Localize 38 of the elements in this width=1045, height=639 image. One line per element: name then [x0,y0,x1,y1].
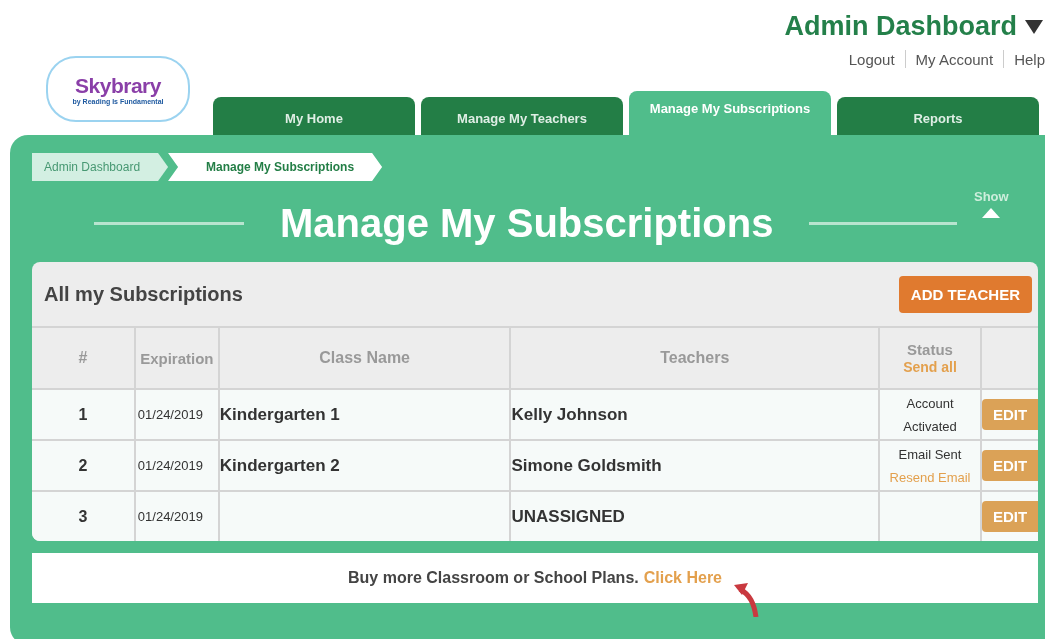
edit-button[interactable]: EDIT [982,399,1038,430]
breadcrumb-item[interactable]: Manage My Subscriptions [168,153,383,181]
dashboard-title: Admin Dashboard [784,11,1017,42]
table-cell: UNASSIGNED [510,491,880,541]
table-cell: 01/24/2019 [134,491,219,541]
edit-button[interactable]: EDIT [982,501,1038,532]
send-all-link[interactable]: Send all [903,359,957,375]
status-heading: Status [906,341,954,358]
caret-icon [982,208,1001,218]
page-title: Manage My Subscriptions [280,201,774,246]
table-cell: 1 [32,389,135,440]
table-cell: Simone Goldsmith [510,440,880,491]
table-cell: 3 [32,491,135,541]
nav-tab[interactable]: My Home [213,97,415,135]
table-cell: 01/24/2019 [134,440,219,491]
table-cell: Kindergarten 2 [218,440,511,491]
caret-icon[interactable] [1025,19,1043,34]
card-title: All my Subscriptions [44,282,243,306]
resend-email-link[interactable]: Resend Email [889,465,971,489]
nav-tab[interactable]: Reports [837,97,1039,135]
header-link[interactable]: Logout [838,50,905,68]
status-text: Account Activated [902,394,958,436]
table-cell: Kelly Johnson [510,389,880,440]
nav-tab[interactable]: Manage My Teachers [421,97,623,135]
nav-tab[interactable]: Manage My Subscriptions [629,91,831,135]
edit-button[interactable]: EDIT [982,450,1038,481]
table-cell: 2 [32,440,135,491]
table-cell: 01/24/2019 [134,389,219,440]
header-link[interactable]: Help [1004,50,1045,68]
click-here-link[interactable]: Click Here [643,569,722,587]
logo-text: Skybrary [75,73,161,98]
header-link[interactable]: My Account [905,50,1004,68]
footer-text: Buy more Classroom or School Plans. [348,569,639,587]
add-teacher-button[interactable]: ADD TEACHER [898,275,1032,313]
status-text: Email Sent [897,445,963,464]
table-cell: Kindergarten 1 [218,389,511,440]
show-toggle[interactable]: Show [974,189,1009,218]
breadcrumb-item[interactable]: Admin Dashboard [32,153,169,181]
